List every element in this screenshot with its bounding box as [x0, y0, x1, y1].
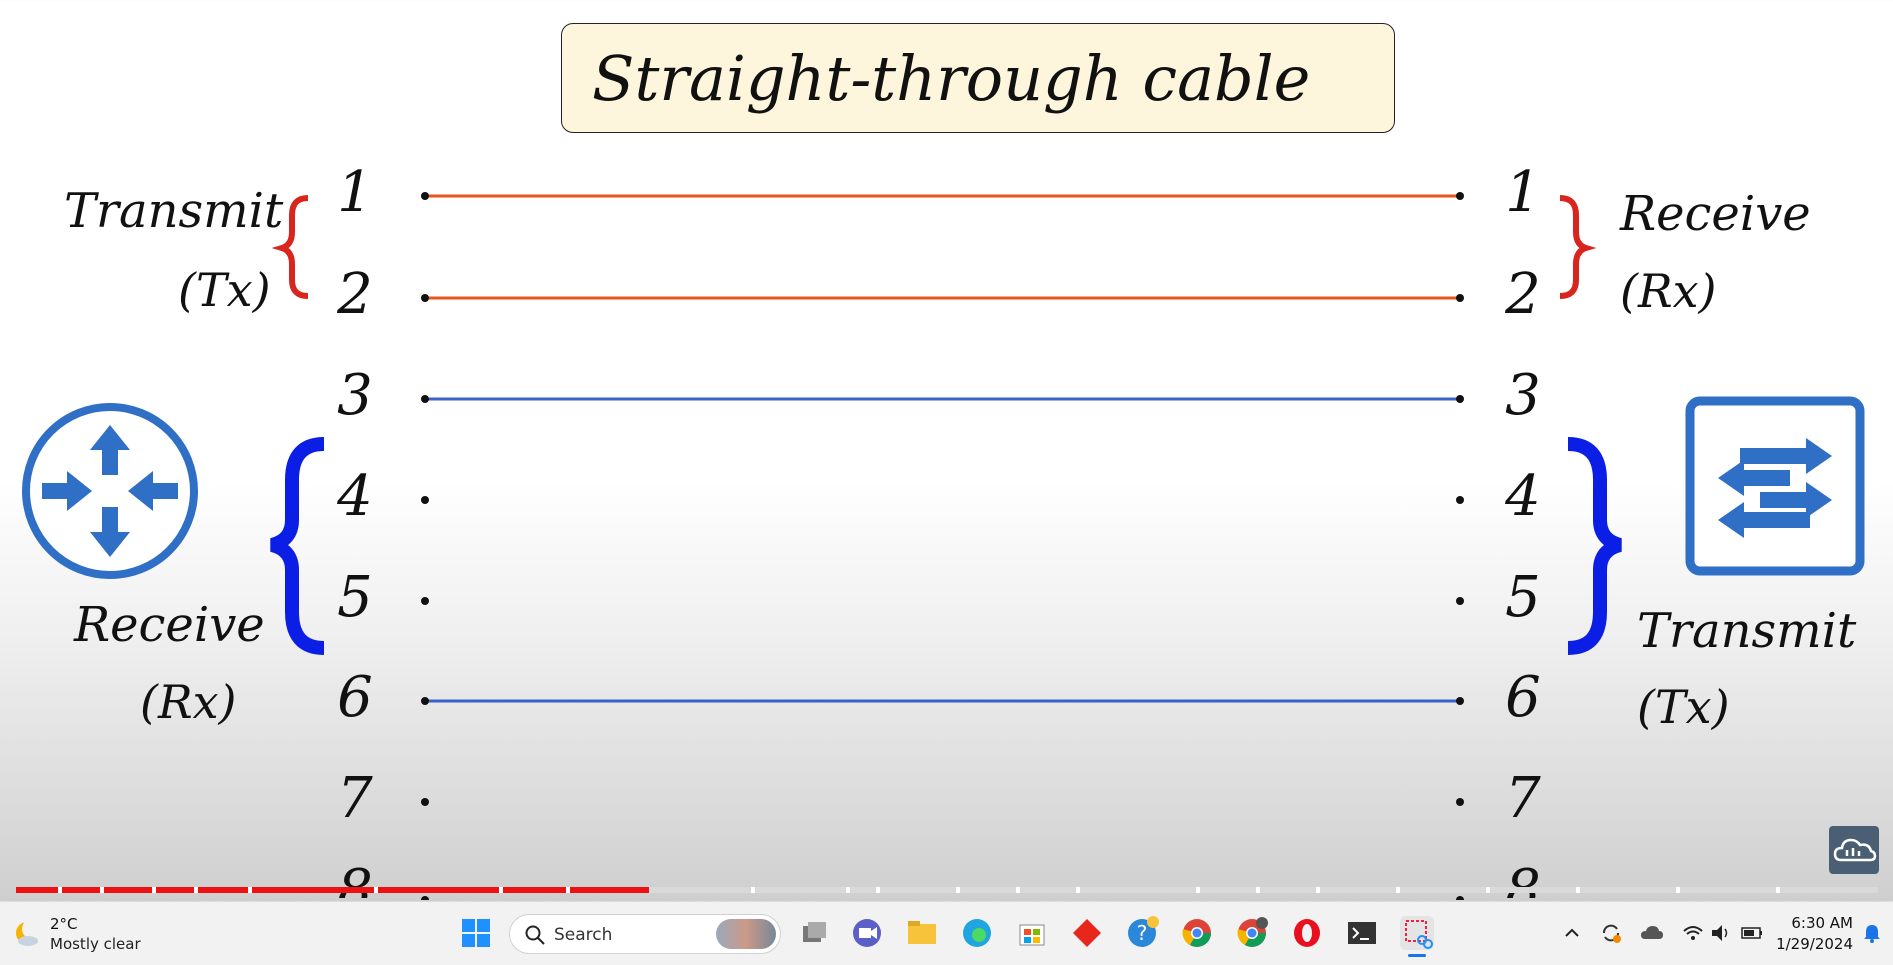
- start-button[interactable]: [459, 916, 493, 950]
- snipping-tool-icon: [1405, 920, 1433, 949]
- teams-button[interactable]: [850, 916, 884, 950]
- channel-logo-button[interactable]: [1829, 826, 1879, 874]
- chrome-profile-icon: [1237, 917, 1268, 947]
- store-icon: [1019, 924, 1045, 946]
- store-button[interactable]: [1015, 916, 1049, 950]
- chrome-icon: [1182, 919, 1211, 947]
- right-pin-3: 3: [1505, 363, 1541, 428]
- switch-icon: [1685, 396, 1865, 576]
- right-pin-6: 6: [1505, 665, 1541, 730]
- sync-icon: [1603, 924, 1621, 943]
- help-button[interactable]: ?: [1125, 916, 1159, 950]
- right-receive-label: Receive: [1620, 186, 1811, 242]
- task-view-button[interactable]: [797, 916, 831, 950]
- svg-text:?: ?: [1137, 921, 1148, 945]
- search-highlight-image: [716, 919, 776, 949]
- diamond-app-icon: [1073, 919, 1101, 947]
- left-receive-label: Receive: [74, 597, 265, 653]
- video-progress-fill: [16, 887, 649, 893]
- right-rx-abbrev: (Rx): [1620, 264, 1717, 318]
- opera-button[interactable]: [1290, 916, 1324, 950]
- weather-condition[interactable]: Mostly clear: [50, 935, 141, 953]
- terminal-icon: [1348, 922, 1376, 944]
- chrome-profile-button[interactable]: [1235, 916, 1269, 950]
- right-pin-2: 2: [1505, 262, 1541, 327]
- bell-icon: [1864, 925, 1880, 943]
- left-tx-brace: [271, 195, 309, 299]
- battery-button[interactable]: [1741, 924, 1765, 942]
- windows-icon: [462, 919, 490, 947]
- volume-icon: [1712, 925, 1728, 941]
- chevron-up-icon: [1565, 928, 1579, 937]
- left-pin-3: 3: [337, 363, 373, 428]
- wifi-button[interactable]: [1682, 923, 1704, 943]
- left-pin-6: 6: [337, 665, 373, 730]
- cable-diagram: [22, 192, 1865, 900]
- weather-widget[interactable]: [12, 918, 42, 948]
- help-icon: ?: [1128, 916, 1159, 947]
- onedrive-button[interactable]: [1640, 924, 1664, 942]
- active-app-indicator: [1408, 954, 1426, 957]
- teams-icon: [853, 919, 881, 947]
- taskbar: 2°C Mostly clear Search ? 6:30 AM 1/29/2…: [0, 901, 1893, 965]
- sync-button[interactable]: [1600, 922, 1622, 944]
- left-rx-brace: [269, 437, 325, 655]
- battery-icon: [1741, 927, 1762, 939]
- edge-button[interactable]: [960, 916, 994, 950]
- search-placeholder: Search: [554, 925, 613, 945]
- right-pin-4: 4: [1505, 464, 1541, 529]
- red-app-button[interactable]: [1070, 916, 1104, 950]
- terminal-button[interactable]: [1345, 916, 1379, 950]
- folder-icon: [908, 921, 936, 944]
- right-transmit-label: Transmit: [1637, 603, 1857, 659]
- right-pin-5: 5: [1505, 565, 1541, 630]
- chrome-button[interactable]: [1180, 916, 1214, 950]
- search-icon: [525, 925, 545, 945]
- video-progress-bar[interactable]: [16, 887, 1878, 893]
- clock-date[interactable]: 1/29/2024: [1776, 935, 1853, 953]
- left-pin-7: 7: [337, 766, 373, 831]
- snipping-tool-button[interactable]: [1400, 916, 1434, 957]
- left-pin-1: 1: [337, 160, 373, 225]
- edge-icon: [963, 919, 991, 947]
- cloud-icon: [1833, 838, 1877, 862]
- wifi-icon: [1683, 926, 1703, 940]
- right-tx-brace: [1567, 437, 1623, 655]
- right-tx-abbrev: (Tx): [1637, 680, 1730, 734]
- right-pin-1: 1: [1505, 160, 1541, 225]
- task-view-icon: [803, 922, 826, 942]
- left-rx-abbrev: (Rx): [140, 675, 237, 729]
- cloud-onedrive-icon: [1641, 926, 1663, 939]
- moon-weather-icon: [16, 919, 42, 946]
- volume-button[interactable]: [1710, 923, 1732, 943]
- left-tx-abbrev: (Tx): [178, 263, 271, 317]
- tray-overflow-button[interactable]: [1563, 924, 1581, 942]
- left-pin-4: 4: [337, 464, 373, 529]
- file-explorer-button[interactable]: [905, 916, 939, 950]
- left-pin-2: 2: [337, 262, 373, 327]
- opera-icon: [1294, 919, 1320, 947]
- left-transmit-label: Transmit: [64, 183, 284, 239]
- notifications-button[interactable]: [1861, 922, 1883, 944]
- right-pin-7: 7: [1505, 766, 1541, 831]
- weather-temperature[interactable]: 2°C: [50, 915, 78, 933]
- right-rx-brace: [1559, 195, 1597, 299]
- taskbar-search[interactable]: Search: [509, 914, 781, 954]
- clock-time[interactable]: 6:30 AM: [1791, 914, 1853, 932]
- left-pin-5: 5: [337, 565, 373, 630]
- router-icon: [22, 403, 198, 579]
